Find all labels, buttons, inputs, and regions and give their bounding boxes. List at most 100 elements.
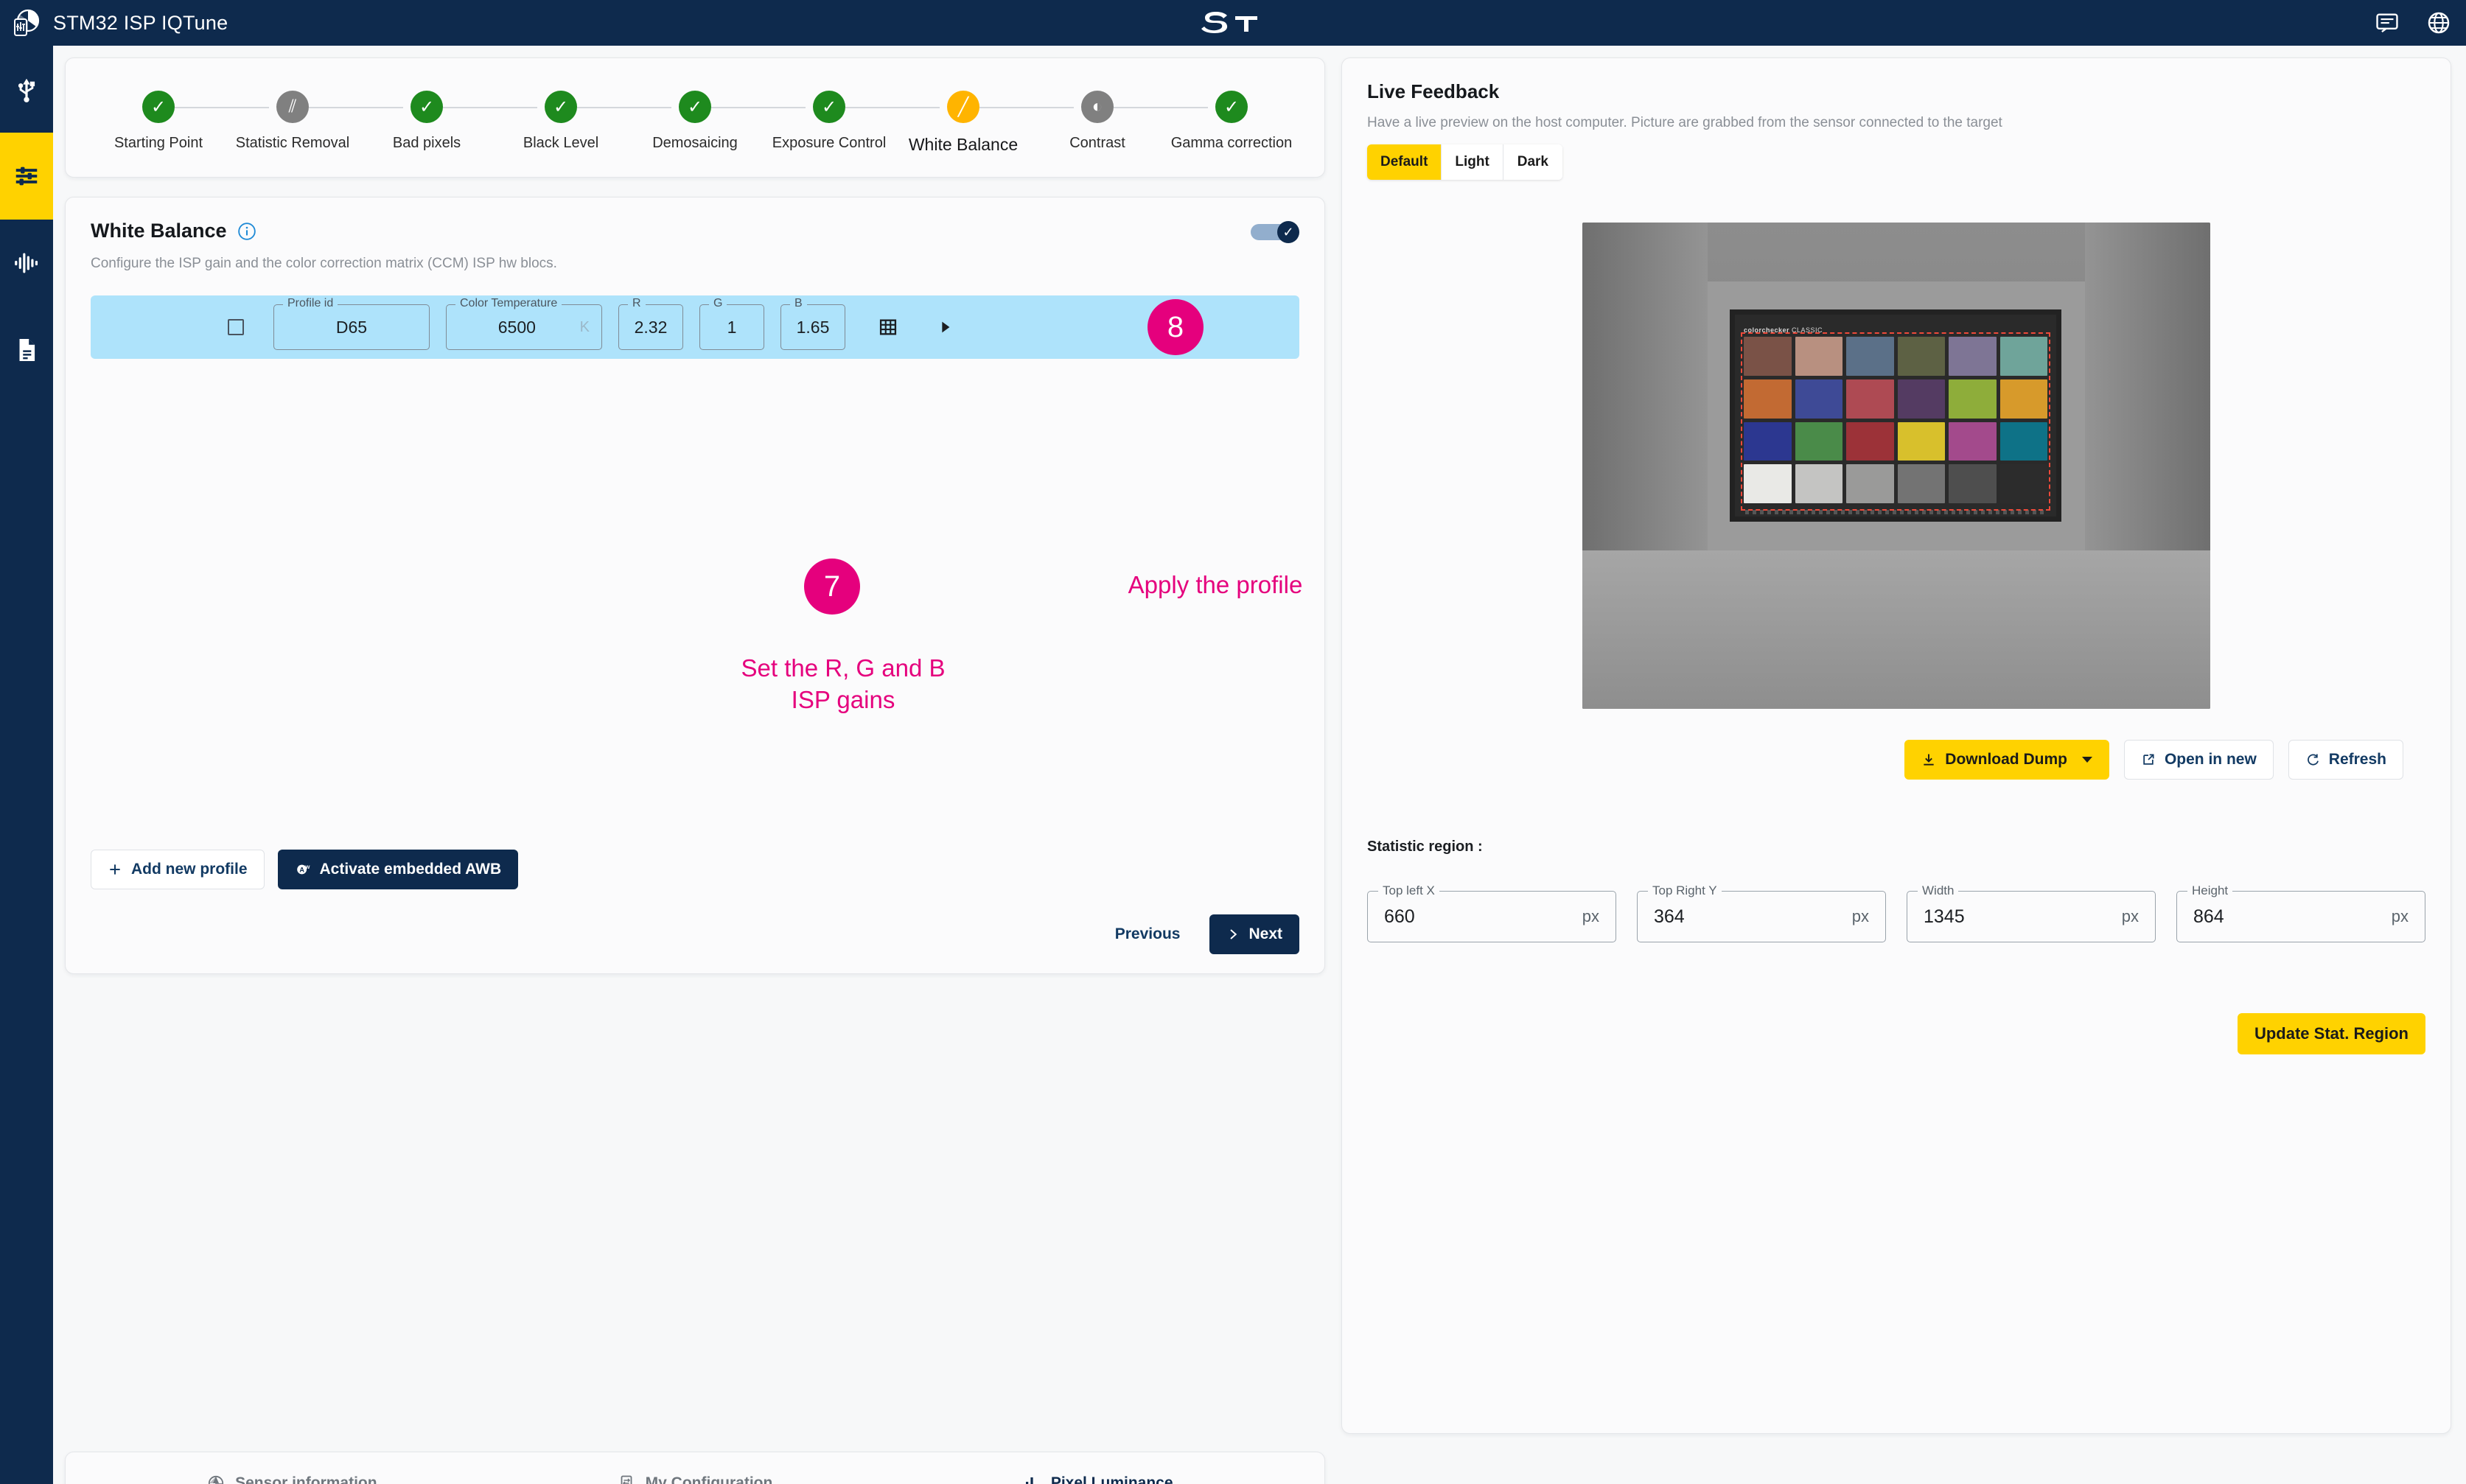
ccm-matrix-grid-icon[interactable] [878, 317, 898, 337]
width-field[interactable]: Width 1345 px [1907, 883, 2156, 942]
activate-embedded-awb-button[interactable]: A W Activate embedded AWB [277, 850, 519, 889]
white-balance-actions: Add new profile A W Activate embedded AW… [91, 850, 1299, 889]
info-icon[interactable] [237, 222, 256, 241]
svg-text:W: W [305, 865, 310, 870]
stepper-connector [309, 107, 403, 108]
stepper-item-label: Exposure Control [772, 135, 887, 151]
stepper-item-exposure-control[interactable]: ✓ Exposure Control [766, 91, 940, 152]
top-right-y-value: 364 [1654, 906, 1685, 927]
top-left-x-label: Top left X [1378, 883, 1439, 898]
stepper-status-icon: ✓ [1215, 91, 1248, 123]
wb-enable-toggle[interactable]: ✓ [1251, 221, 1299, 243]
colorchecker-patch [1795, 421, 1842, 461]
document-icon [19, 338, 35, 362]
height-field[interactable]: Height 864 px [2176, 883, 2425, 942]
theme-option-light[interactable]: Light [1442, 144, 1503, 180]
width-unit: px [2121, 907, 2139, 925]
stepper-item-contrast[interactable]: ◐ Contrast [1034, 91, 1208, 152]
stepper-item-label: Contrast [1069, 135, 1125, 151]
preview-actions: Download Dump Open in new Refresh [1367, 740, 2425, 780]
width-label: Width [1918, 883, 1959, 898]
sidebar-item-usb[interactable] [0, 46, 53, 133]
stepper-status-icon: ╱ [947, 91, 979, 123]
profile-id-field[interactable]: Profile id D65 [273, 297, 430, 350]
gain-b-field[interactable]: B 1.65 [780, 297, 845, 350]
stepper-connector [1114, 107, 1208, 108]
annotation-text-set-gains: Set the R, G and B ISP gains [699, 653, 987, 716]
top-left-x-value: 660 [1384, 906, 1415, 927]
tab-pixel-luminance[interactable]: Pixel Luminance [896, 1452, 1299, 1484]
color-temperature-field[interactable]: Color Temperature 6500 K [446, 297, 602, 350]
stepper-status-icon: ⫽ [276, 91, 309, 123]
left-sidebar [0, 46, 53, 1484]
colorchecker-patch [1846, 464, 1894, 503]
message-icon[interactable] [2375, 10, 2400, 35]
sidebar-item-waveform[interactable] [0, 220, 53, 307]
stepper-item-label: Gamma correction [1170, 135, 1293, 151]
width-value: 1345 [1924, 906, 1965, 927]
stepper-item-gamma-correction[interactable]: ✓ Gamma correction [1168, 91, 1295, 152]
wizard-navigation: Previous Next [91, 914, 1299, 954]
top-right-y-field[interactable]: Top Right Y 364 px [1637, 883, 1886, 942]
tab-sensor-information[interactable]: Sensor information [91, 1452, 494, 1484]
chevron-right-icon [1230, 929, 1237, 939]
stepper-connector [577, 107, 671, 108]
colorchecker-patch [1795, 379, 1842, 419]
live-preview-container: colorchecker CLASSIC [1367, 223, 2425, 709]
stepper-item-label: White Balance [908, 135, 1019, 154]
previous-button[interactable]: Previous [1105, 918, 1191, 951]
next-button[interactable]: Next [1209, 914, 1299, 954]
gain-r-field[interactable]: R 2.32 [618, 297, 683, 350]
next-label: Next [1248, 925, 1282, 942]
profile-select-checkbox[interactable] [228, 319, 244, 335]
stepper-item-demosaicing[interactable]: ✓ Demosaicing [632, 91, 806, 152]
update-stat-region-button[interactable]: Update Stat. Region [2237, 1013, 2425, 1054]
gain-g-field[interactable]: G 1 [699, 297, 764, 350]
brand-suffix: CLASSIC [1789, 326, 1823, 334]
tune-sliders-icon [15, 167, 38, 186]
main-content: ✓ Starting Point ⫽ Statistic Removal ✓ Bad pi… [53, 46, 2466, 1484]
brand-name: colorchecker [1744, 326, 1790, 334]
annotation-text-apply-profile: Apply the profile [1128, 571, 1303, 598]
gain-r-value: 2.32 [634, 317, 668, 337]
colorchecker-patch [1999, 421, 2047, 461]
sidebar-item-document[interactable] [0, 307, 53, 393]
refresh-button[interactable]: Refresh [2288, 740, 2403, 780]
download-dump-button[interactable]: Download Dump [1904, 740, 2109, 780]
statistic-region-label: Statistic region : [1367, 839, 1483, 855]
theme-option-dark[interactable]: Dark [1503, 144, 1562, 180]
stepper-status-icon: ✓ [142, 91, 175, 123]
colorchecker-patch [1897, 379, 1945, 419]
top-bar-actions [2375, 0, 2451, 46]
colorchecker-patch [1999, 379, 2047, 419]
colorchecker-patch [1795, 337, 1842, 376]
open-in-new-button[interactable]: Open in new [2123, 740, 2274, 780]
live-preview-image[interactable]: colorchecker CLASSIC [1582, 223, 2210, 709]
stepper-item-label: Demosaicing [652, 135, 738, 151]
stepper-item-white-balance[interactable]: ╱ White Balance [900, 91, 1074, 155]
top-right-y-unit: px [1851, 907, 1869, 925]
colorchecker-bottom-strip [1745, 510, 2046, 514]
annotation-line-2: ISP gains [791, 685, 895, 713]
plus-icon [110, 864, 120, 875]
top-left-x-field[interactable]: Top left X 660 px [1367, 883, 1616, 942]
globe-icon[interactable] [2426, 10, 2451, 35]
stepper-item-statistic-removal[interactable]: ⫽ Statistic Removal [229, 91, 403, 152]
colorchecker-patch [1949, 337, 1997, 376]
chevron-down-icon [2081, 757, 2092, 763]
add-new-profile-button[interactable]: Add new profile [91, 850, 265, 889]
update-region-row: Update Stat. Region [1367, 1013, 2425, 1054]
stepper-item-bad-pixels[interactable]: ✓ Bad pixels [363, 91, 537, 152]
tab-label: Pixel Luminance [1050, 1474, 1173, 1484]
colorchecker-patch [1795, 464, 1842, 503]
tab-label: My Configuration [645, 1474, 773, 1484]
sidebar-item-tune[interactable] [0, 133, 53, 220]
stepper-item-black-level[interactable]: ✓ Black Level [497, 91, 671, 152]
tab-label: Sensor information [235, 1474, 377, 1484]
stepper-item-starting-point[interactable]: ✓ Starting Point [95, 91, 269, 152]
theme-option-default[interactable]: Default [1367, 144, 1442, 180]
play-apply-icon[interactable] [937, 318, 953, 337]
waveform-icon [15, 253, 38, 273]
tab-my-configuration[interactable]: My Configuration [494, 1452, 897, 1484]
colorchecker-chart: colorchecker CLASSIC [1730, 309, 2061, 522]
